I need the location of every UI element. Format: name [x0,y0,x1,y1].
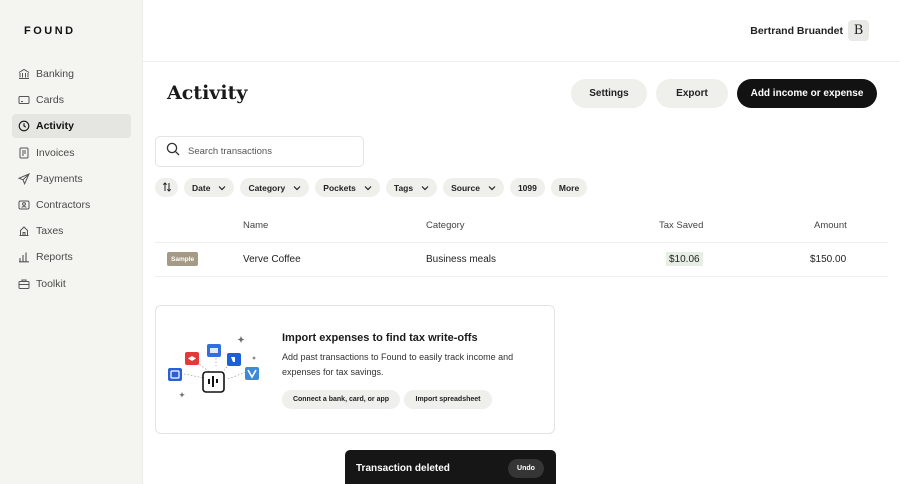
search-input[interactable] [188,146,348,157]
import-card-title: Import expenses to find tax write-offs [282,332,478,344]
sidebar-item-payments[interactable]: Payments [12,167,131,191]
chevron-down-icon [218,185,226,191]
sort-icon [162,181,172,194]
category-filter[interactable]: Category [240,178,310,197]
sidebar-nav: Banking Cards Activity Invoices Payments [12,62,131,298]
tags-filter[interactable]: Tags [385,178,438,197]
column-header-name[interactable]: Name [243,220,268,231]
sidebar-item-label: Banking [36,68,74,80]
sidebar-item-reports[interactable]: Reports [12,245,131,269]
form-1099-filter[interactable]: 1099 [509,178,545,197]
import-spreadsheet-button[interactable]: Import spreadsheet [404,390,492,409]
divider [155,276,888,277]
row-tax-saved: $10.06 [666,252,703,266]
bar-chart-icon [18,251,30,263]
integrations-illustration-icon [168,336,259,398]
sidebar-item-label: Invoices [36,146,75,159]
filter-label: Pockets [323,182,356,193]
add-income-expense-button[interactable]: Add income or expense [737,79,877,108]
invoice-icon [18,147,30,159]
more-filter[interactable]: More [550,178,588,197]
user-name[interactable]: Bertrand Bruandet [750,25,843,37]
search-box [155,136,364,167]
chevron-down-icon [293,185,301,191]
sidebar-item-activity[interactable]: Activity [12,114,131,139]
card-icon [18,94,30,106]
send-icon [18,172,30,185]
avatar[interactable]: B [848,20,869,41]
clock-icon [18,120,30,132]
sidebar-item-taxes[interactable]: Taxes [12,219,131,243]
date-filter[interactable]: Date [184,178,235,197]
toolkit-icon [18,278,30,290]
toast-notification: Transaction deleted Undo [345,450,556,484]
sidebar-item-label: Activity [36,120,74,133]
pockets-filter[interactable]: Pockets [315,178,380,197]
sidebar-item-toolkit[interactable]: Toolkit [12,272,131,296]
sidebar-item-invoices[interactable]: Invoices [12,141,131,165]
sort-filter-button[interactable] [155,178,178,197]
filter-bar: Date Category Pockets Tags Source 1099 M… [155,178,588,197]
chevron-down-icon [421,185,429,191]
sidebar: FOUND Banking Cards Activity Invoices Pa… [0,0,143,484]
chevron-down-icon [364,185,372,191]
sidebar-item-cards[interactable]: Cards [12,88,131,112]
export-button[interactable]: Export [656,79,728,108]
filter-label: Category [248,182,286,193]
column-header-amount[interactable]: Amount [814,220,847,231]
sidebar-item-label: Taxes [36,225,64,238]
sidebar-item-label: Payments [36,172,83,185]
sidebar-item-label: Reports [36,251,73,264]
row-name: Verve Coffee [243,254,301,265]
filter-label: Source [451,182,480,193]
row-category: Business meals [426,254,497,265]
top-header: Bertrand Bruandet B [143,0,900,62]
settings-button[interactable]: Settings [571,79,647,108]
chevron-down-icon [488,185,496,191]
column-header-tax-saved[interactable]: Tax Saved [659,220,703,231]
undo-button[interactable]: Undo [508,459,544,478]
bank-icon [18,68,30,80]
divider [155,242,888,243]
logo[interactable]: FOUND [24,25,76,37]
source-filter[interactable]: Source [443,178,504,197]
import-card-description: Add past transactions to Found to easily… [282,352,514,377]
contractors-icon [18,199,30,211]
sidebar-item-banking[interactable]: Banking [12,62,131,86]
import-card: Import expenses to find tax write-offs A… [155,305,555,434]
sidebar-item-label: Cards [36,94,65,107]
taxes-icon [18,225,30,237]
sidebar-item-label: Contractors [36,198,91,211]
toast-message: Transaction deleted [356,463,450,474]
filter-label: Tags [393,182,414,193]
page-title: Activity [167,82,248,104]
sidebar-item-contractors[interactable]: Contractors [12,193,131,217]
sample-badge: Sample [167,252,199,266]
row-amount: $150.00 [810,254,847,265]
sidebar-item-label: Toolkit [36,277,66,290]
search-icon [166,142,180,161]
connect-account-button[interactable]: Connect a bank, card, or app [282,390,400,409]
column-header-category[interactable]: Category [426,220,465,231]
filter-label: Date [192,182,211,193]
